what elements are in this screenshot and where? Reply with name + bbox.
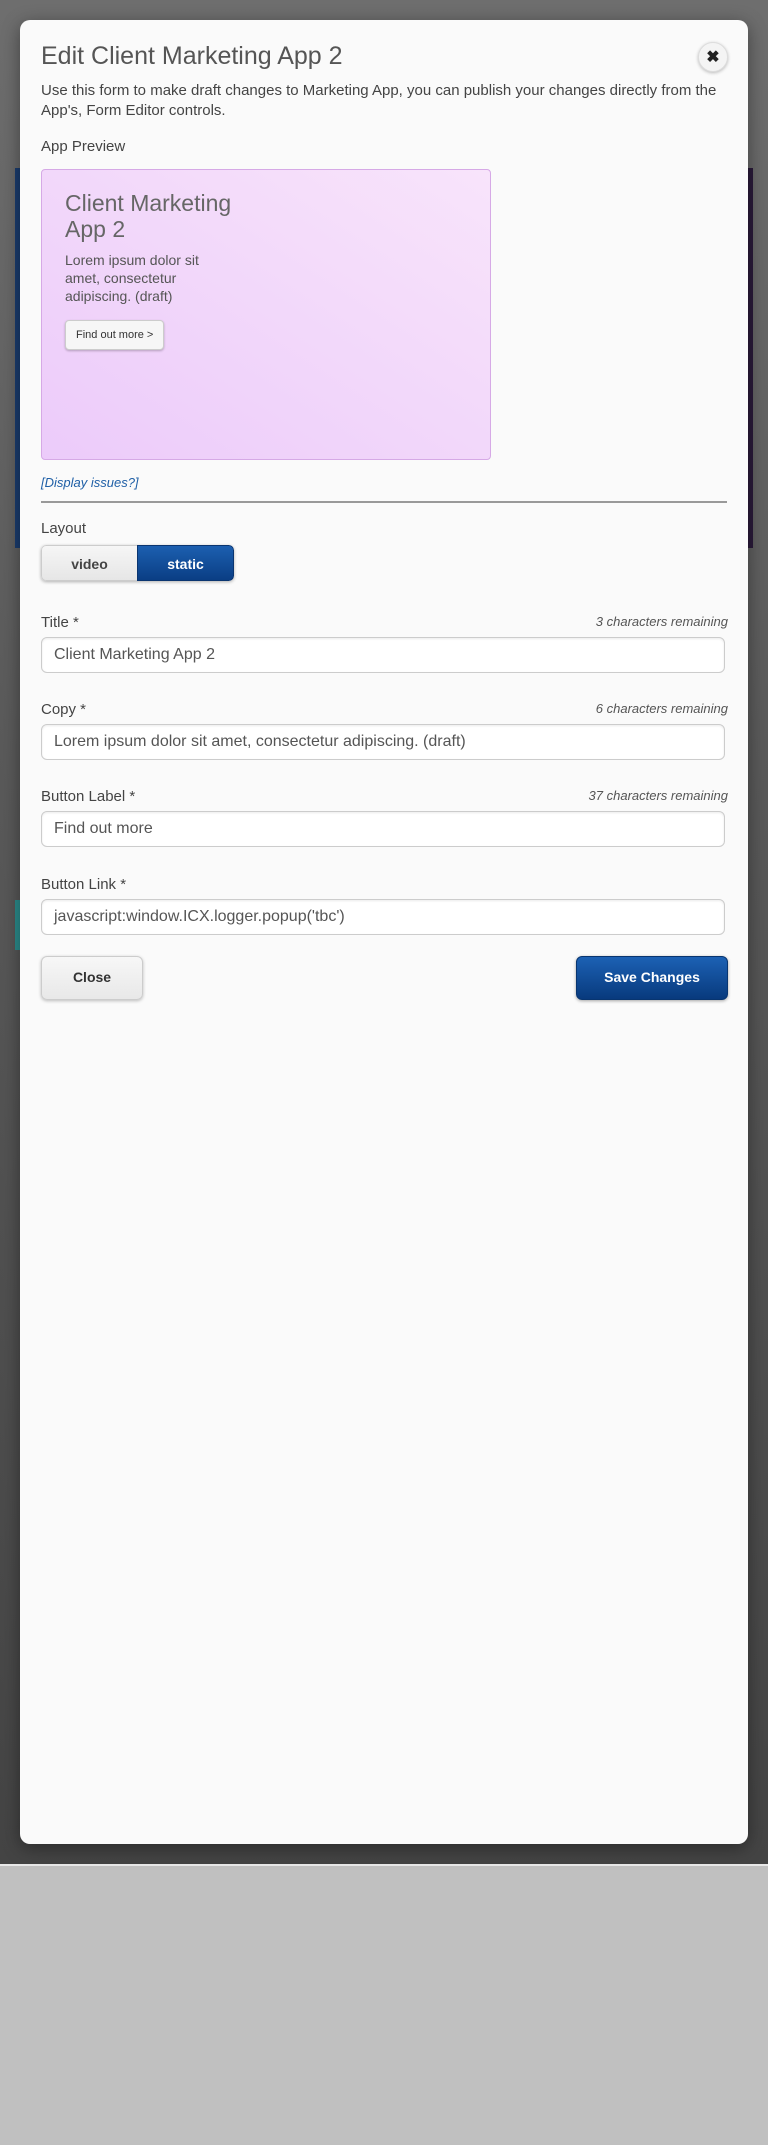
close-button[interactable]: Close [41, 956, 143, 1000]
close-icon[interactable]: ✖ [698, 42, 728, 72]
button-link-label: Button Link * [41, 876, 127, 893]
button-link-input[interactable]: javascript:window.ICX.logger.popup('tbc'… [41, 899, 725, 935]
title-input[interactable]: Client Marketing App 2 [41, 637, 725, 673]
save-changes-button[interactable]: Save Changes [576, 956, 728, 1000]
modal-title: Edit Client Marketing App 2 [41, 42, 343, 70]
edit-app-modal: Edit Client Marketing App 2 ✖ Use this f… [20, 20, 748, 1844]
title-remaining: 3 characters remaining [595, 614, 728, 629]
divider [0, 1864, 768, 1866]
preview-button: Find out more > [65, 320, 165, 350]
preview-heading: Client Marketing App 2 [65, 190, 232, 242]
button-label-input[interactable]: Find out more [41, 811, 725, 847]
layout-label: Layout [41, 520, 87, 537]
app-preview: Client Marketing App 2 Lorem ipsum dolor… [41, 169, 491, 460]
app-preview-label: App Preview [41, 138, 126, 155]
layout-toggle: video static [41, 545, 234, 581]
display-issues-link[interactable]: [Display issues?] [41, 475, 139, 490]
button-label-label: Button Label * [41, 788, 136, 805]
title-label: Title * [41, 614, 79, 631]
button-label-remaining: 37 characters remaining [588, 788, 728, 803]
layout-option-static[interactable]: static [137, 545, 234, 581]
copy-label: Copy * [41, 701, 87, 718]
preview-copy: Lorem ipsum dolor sit amet, consectetur … [65, 252, 199, 304]
copy-input[interactable]: Lorem ipsum dolor sit amet, consectetur … [41, 724, 725, 760]
copy-remaining: 6 characters remaining [595, 701, 728, 716]
modal-intro: Use this form to make draft changes to M… [41, 82, 717, 119]
layout-option-video[interactable]: video [41, 545, 137, 581]
divider [41, 501, 727, 503]
